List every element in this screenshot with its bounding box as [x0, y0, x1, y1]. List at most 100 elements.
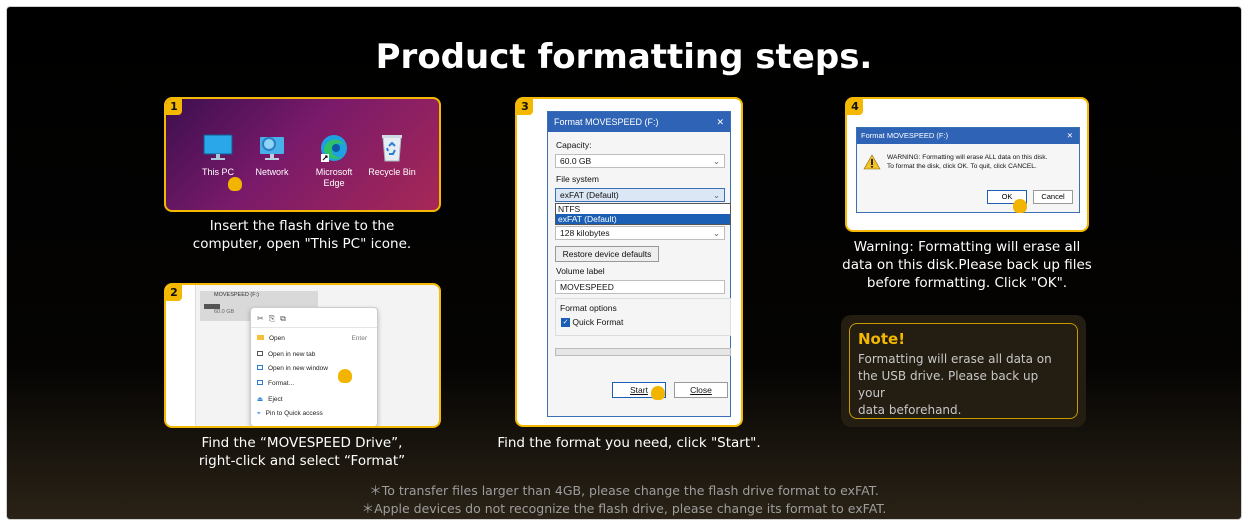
pointer-hand-icon: [651, 386, 665, 400]
recycle-bin-desktop-icon: Recycle Bin: [362, 133, 422, 178]
step4-caption-line3: before formatting. Click "OK".: [866, 275, 1068, 291]
folder-icon: [257, 335, 264, 340]
drive-name: MOVESPEED (F:): [214, 292, 259, 298]
volume-label-input[interactable]: MOVESPEED: [555, 280, 725, 294]
edge-desktop-icon: Microsoft Edge: [304, 133, 364, 189]
warning-icon: [863, 154, 881, 175]
menu-item-open-new-window[interactable]: Open in new window: [257, 365, 328, 372]
step3-panel: 3 Format MOVESPEED (F:) ✕ Capacity: 60.0…: [515, 97, 743, 427]
step4-caption-line1: Warning: Formatting will erase all: [853, 239, 1081, 255]
option-exfat[interactable]: exFAT (Default): [556, 214, 730, 224]
step2-panel: 2 MOVESPEED (F:) 60.0 GB ✂⎘⧉ Open Enter O…: [164, 283, 441, 428]
volume-label: Volume label: [556, 266, 605, 276]
checkbox-checked-icon: ✓: [561, 318, 570, 328]
this-pc-label: This PC: [201, 167, 234, 177]
format-options-label: Format options: [560, 303, 617, 313]
progress-bar: [555, 348, 731, 356]
menu-item-pin[interactable]: ⌖ Pin to Quick access: [257, 410, 323, 418]
warning-text: WARNING: Formatting will erase ALL data …: [887, 153, 1047, 171]
note-body: Formatting will erase all data on the US…: [858, 351, 1069, 419]
capacity-select[interactable]: 60.0 GB ⌄: [555, 154, 725, 168]
warning-line2: To format the disk, click OK. To quit, c…: [887, 163, 1037, 170]
pointer-hand-icon: [228, 177, 242, 191]
step3-caption: Find the format you need, click "Start".: [497, 435, 761, 451]
close-button[interactable]: Close: [674, 382, 728, 398]
step4-panel: 4 Format MOVESPEED (F:) ✕ WARNING: Forma…: [845, 97, 1089, 232]
warning-dialog-title: Format MOVESPEED (F:): [861, 131, 949, 140]
menu-item-format-label: Format...: [268, 380, 295, 387]
network-icon: [256, 133, 288, 163]
step2-caption-line1: Find the “MOVESPEED Drive”,: [201, 435, 403, 451]
file-system-value: exFAT (Default): [560, 190, 619, 200]
format-options-group: Format options ✓ Quick Format: [555, 298, 731, 336]
menu-item-open-label: Open: [269, 335, 285, 342]
chevron-down-icon: ⌄: [712, 156, 720, 166]
step1-caption-line2: computer, open "This PC" icone.: [192, 236, 412, 252]
quick-format-checkbox[interactable]: ✓ Quick Format: [561, 317, 624, 328]
cancel-button[interactable]: Cancel: [1033, 190, 1073, 204]
menu-item-open[interactable]: Open Enter: [257, 335, 373, 342]
format-dialog-title: Format MOVESPEED (F:): [554, 117, 659, 127]
format-dialog-titlebar: Format MOVESPEED (F:) ✕: [548, 112, 730, 132]
infographic: Product formatting steps. 1 This PC Netw…: [6, 6, 1242, 520]
step1-panel: 1 This PC Network Microsoft Edge Recycle…: [164, 97, 441, 212]
file-system-label: File system: [556, 174, 599, 184]
menu-item-open-new-tab-label: Open in new tab: [268, 351, 316, 358]
allocation-value: 128 kilobytes: [560, 228, 610, 238]
note-inner: Note! Formatting will erase all data on …: [849, 323, 1078, 419]
step1-caption: Insert the flash drive to the computer, …: [157, 217, 447, 253]
context-toolbar: ✂⎘⧉: [251, 308, 377, 328]
file-system-select[interactable]: exFAT (Default) ⌄: [555, 188, 725, 202]
warning-dialog: Format MOVESPEED (F:) ✕ WARNING: Formatt…: [856, 127, 1080, 213]
quick-format-label: Quick Format: [572, 317, 624, 327]
pointer-hand-icon: [1013, 199, 1027, 213]
step2-caption: Find the “MOVESPEED Drive”, right-click …: [157, 434, 447, 470]
menu-item-open-new-tab[interactable]: Open in new tab: [257, 351, 315, 358]
capacity-label: Capacity:: [556, 140, 592, 150]
edge-icon: [318, 133, 350, 163]
step1-caption-line1: Insert the flash drive to the: [209, 218, 395, 234]
edge-label: Microsoft Edge: [315, 167, 353, 188]
chevron-down-icon: ⌄: [712, 190, 720, 200]
footer-note-2: ＊Apple devices do not recognize the flas…: [361, 501, 887, 516]
tab-icon: [257, 351, 263, 356]
warning-line1: WARNING: Formatting will erase ALL data …: [887, 154, 1048, 161]
format-icon: [257, 380, 263, 385]
pin-icon: ⌖: [257, 410, 261, 417]
note-box: Note! Formatting will erase all data on …: [841, 315, 1086, 427]
monitor-icon: [202, 133, 234, 163]
menu-item-open-new-window-label: Open in new window: [268, 365, 328, 372]
step2-badge: 2: [166, 285, 182, 301]
pointer-hand-icon: [338, 369, 352, 383]
menu-item-eject-label: Eject: [268, 396, 283, 403]
recycle-bin-icon: [376, 133, 408, 163]
close-icon[interactable]: ✕: [716, 112, 724, 132]
note-line1: Formatting will erase all data on: [858, 352, 1052, 366]
menu-item-open-shortcut: Enter: [351, 335, 367, 342]
chevron-down-icon: ⌄: [712, 228, 720, 238]
step3-badge: 3: [517, 99, 533, 115]
note-line2: the USB drive. Please back up your: [858, 369, 1039, 400]
recycle-bin-label: Recycle Bin: [368, 167, 416, 177]
cut-icon[interactable]: ✂: [257, 314, 269, 323]
network-label: Network: [255, 167, 289, 177]
option-ntfs[interactable]: NTFS: [556, 204, 730, 214]
menu-item-format[interactable]: Format...: [257, 380, 294, 387]
allocation-select[interactable]: 128 kilobytes ⌄: [555, 226, 725, 240]
capacity-value: 60.0 GB: [560, 156, 592, 166]
step4-badge: 4: [847, 99, 863, 115]
explorer-nav-pane: [166, 285, 196, 426]
footer-note-1: ＊To transfer files larger than 4GB, plea…: [369, 483, 879, 498]
note-title: Note!: [858, 330, 906, 348]
copy-icon[interactable]: ⎘: [269, 314, 280, 323]
step1-badge: 1: [166, 99, 182, 115]
close-icon[interactable]: ✕: [1067, 128, 1073, 144]
page-title: Product formatting steps.: [375, 37, 873, 77]
rename-icon[interactable]: ⧉: [280, 314, 291, 323]
note-line3: data beforehand.: [858, 403, 962, 417]
step2-caption-line2: right-click and select “Format”: [198, 453, 406, 469]
restore-defaults-button[interactable]: Restore device defaults: [555, 246, 659, 262]
menu-item-eject[interactable]: ⏏ Eject: [257, 395, 283, 403]
warning-dialog-titlebar: Format MOVESPEED (F:) ✕: [857, 128, 1079, 144]
context-menu: ✂⎘⧉ Open Enter Open in new tab Open in ne…: [250, 307, 378, 426]
